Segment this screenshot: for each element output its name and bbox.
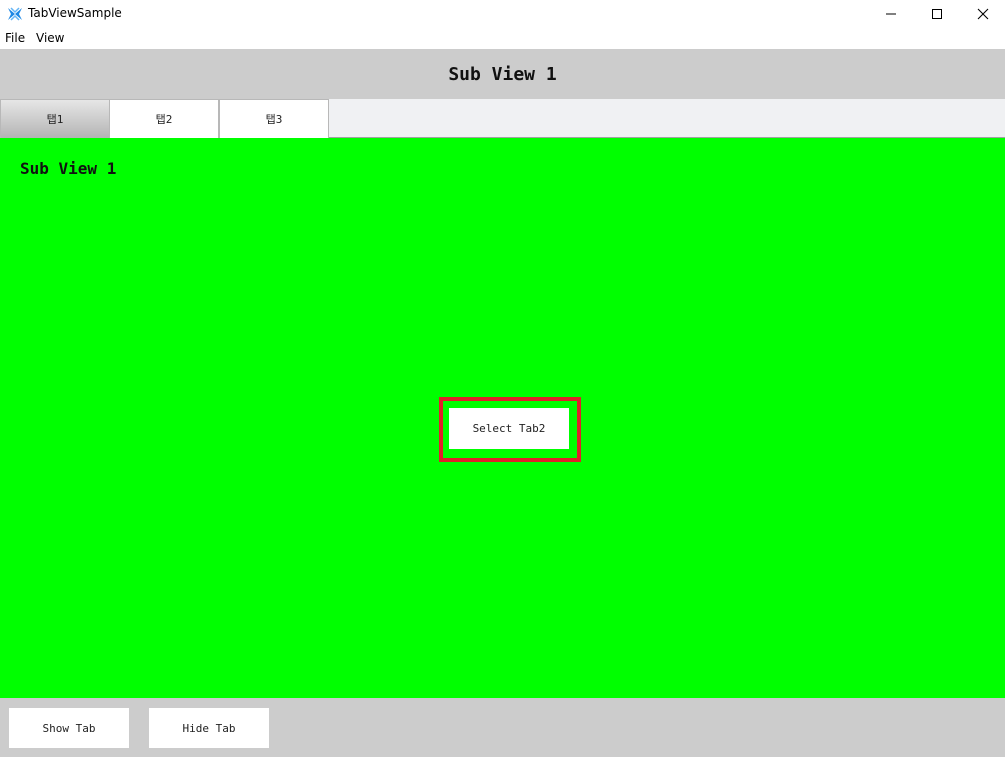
header-title: Sub View 1 (448, 63, 557, 85)
app-logo-icon (8, 7, 22, 21)
select-tab2-button[interactable]: Select Tab2 (449, 408, 569, 449)
window-title: TabViewSample (28, 6, 122, 20)
menu-view[interactable]: View (36, 31, 64, 45)
menu-file[interactable]: File (5, 31, 25, 45)
close-button[interactable] (960, 0, 1005, 28)
hide-tab-button[interactable]: Hide Tab (149, 708, 269, 748)
header-bar: Sub View 1 (0, 49, 1005, 99)
tab-2[interactable]: 탭2 (109, 99, 219, 138)
content-panel: Sub View 1 Select Tab2 (0, 138, 1005, 698)
minimize-button[interactable] (868, 0, 914, 28)
footer-bar: Show Tab Hide Tab (0, 698, 1005, 757)
menu-bar: File View (0, 28, 1005, 49)
tab-strip: 탭1 탭2 탭3 (0, 99, 1005, 138)
content-title: Sub View 1 (20, 159, 117, 178)
tab-3[interactable]: 탭3 (219, 99, 329, 138)
tab-1[interactable]: 탭1 (0, 99, 110, 138)
maximize-button[interactable] (914, 0, 960, 28)
title-bar: TabViewSample (0, 0, 1005, 28)
minimize-icon (886, 13, 896, 15)
show-tab-button[interactable]: Show Tab (9, 708, 129, 748)
close-icon (977, 8, 989, 20)
maximize-icon (932, 9, 942, 19)
